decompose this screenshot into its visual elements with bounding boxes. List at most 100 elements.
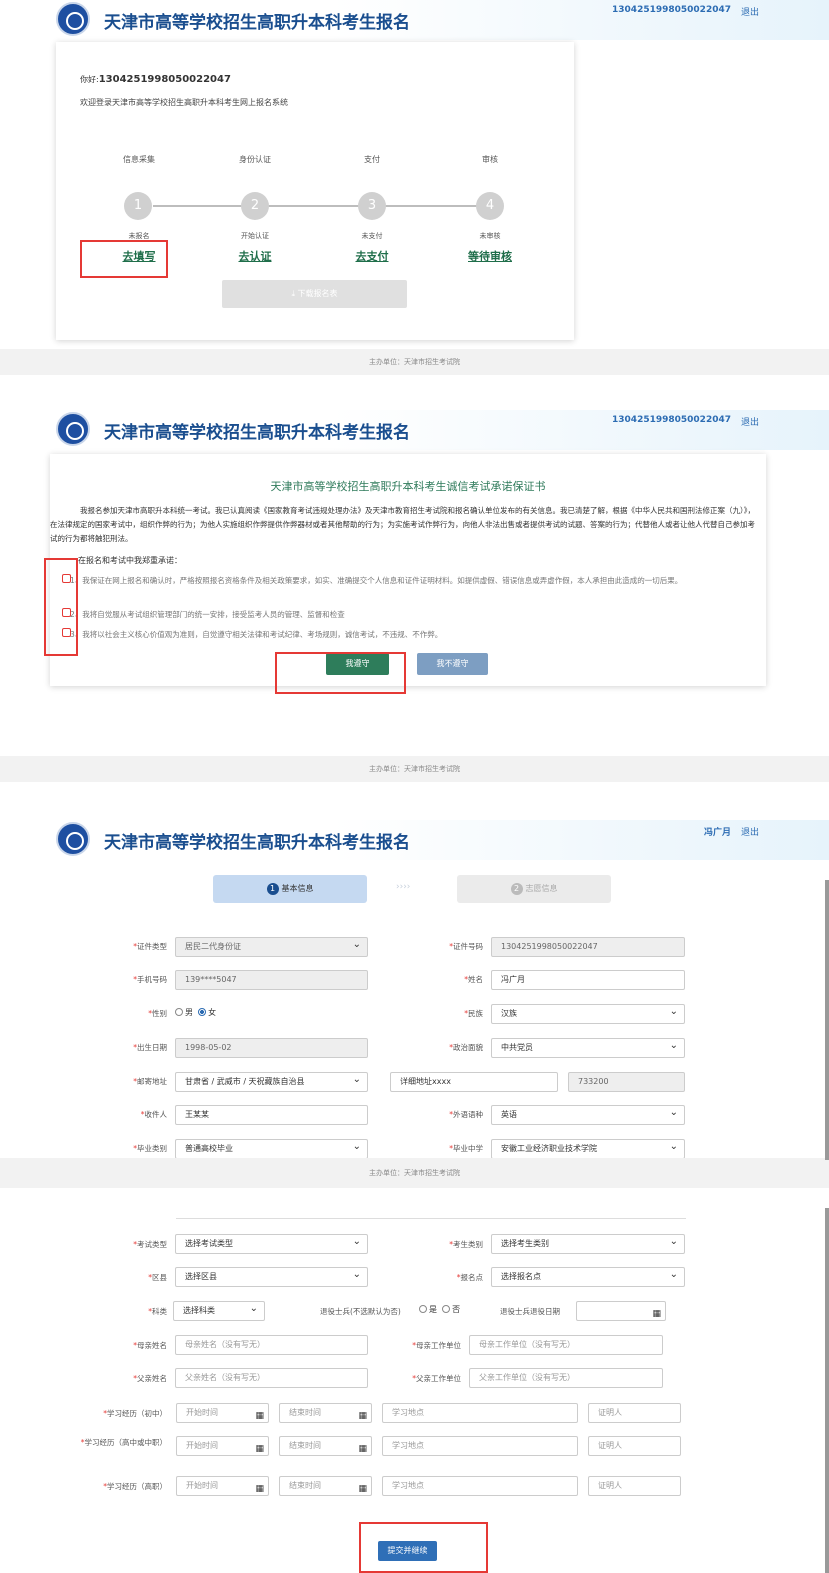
screen-pledge: 天津市高等学校招生高职升本科考生报名 1304251998050022047 退… — [0, 410, 829, 790]
user-name: 冯广月 — [703, 828, 731, 838]
user-id: 1304251998050022047 — [612, 5, 731, 15]
step-circle-3: 3 — [358, 192, 386, 220]
candidate-type-select[interactable]: 选择考生类别 — [491, 1234, 685, 1254]
edu-senior-place[interactable]: 学习地点 — [382, 1436, 578, 1456]
edu-junior-place[interactable]: 学习地点 — [382, 1403, 578, 1423]
grad-type-select[interactable]: 普通高校毕业 — [175, 1139, 368, 1159]
veteran-date-input[interactable]: ▦ — [576, 1301, 666, 1321]
edu-senior-witness[interactable]: 证明人 — [588, 1436, 681, 1456]
step-circle-4: 4 — [476, 192, 504, 220]
father-name-input[interactable]: 父亲姓名（没有写无） — [175, 1368, 368, 1388]
calendar-icon: ▦ — [255, 1411, 264, 1421]
gender-female-radio[interactable] — [198, 1008, 207, 1016]
site-title: 天津市高等学校招生高职升本科考生报名 — [104, 833, 410, 853]
edu-junior-witness[interactable]: 证明人 — [588, 1403, 681, 1423]
logo-icon — [56, 822, 90, 856]
pledge-commit-heading: 在报名和考试中我郑重承诺： — [78, 556, 182, 565]
district-select[interactable]: 选择区县 — [175, 1267, 368, 1287]
pledge-item-2: 2、我将自觉服从考试组织管理部门的统一安排，接受监考人员的管理、监督和检查 — [70, 610, 345, 619]
user-id: 1304251998050022047 — [612, 415, 731, 425]
scrollbar[interactable] — [825, 880, 829, 1160]
scrollbar[interactable] — [825, 1208, 829, 1573]
politics-select[interactable]: 中共党员 — [491, 1038, 685, 1058]
veteran-no-radio[interactable] — [442, 1305, 451, 1313]
field-edge — [176, 1218, 686, 1219]
name-input[interactable]: 冯广月 — [491, 970, 685, 990]
tab-label: 基本信息 — [281, 884, 314, 893]
step-circle-2: 2 — [241, 192, 269, 220]
label-grad-type: *毕业类别 — [133, 1144, 167, 1153]
mother-name-input[interactable]: 母亲姓名（没有写无） — [175, 1335, 368, 1355]
authenticate-link[interactable]: 去认证 — [215, 248, 295, 264]
label-mother-work: *母亲工作单位 — [412, 1341, 461, 1350]
address-cascader[interactable]: 甘肃省 / 武威市 / 天祝藏族自治县 — [175, 1072, 368, 1092]
edu-junior-end[interactable]: 结束时间 ▦ — [279, 1403, 372, 1423]
gender-radio-group: 男 女 — [175, 1007, 216, 1018]
greeting: 你好:1304251998050022047 — [80, 74, 231, 85]
gender-male-radio[interactable] — [175, 1008, 183, 1016]
label-edu-college: *学习经历（高职） — [103, 1482, 167, 1491]
id-no-input[interactable]: 1304251998050022047 — [491, 937, 685, 957]
site-select[interactable]: 选择报名点 — [491, 1267, 685, 1287]
highlight-submit — [359, 1522, 488, 1573]
calendar-icon: ▦ — [255, 1444, 264, 1454]
tab-basic-info[interactable]: 1 基本信息 — [213, 875, 367, 903]
edu-college-start[interactable]: 开始时间 ▦ — [176, 1476, 269, 1496]
calendar-icon: ▦ — [358, 1411, 367, 1421]
edu-college-place[interactable]: 学习地点 — [382, 1476, 578, 1496]
label-district: *区县 — [148, 1273, 167, 1282]
tab-number-2: 2 — [510, 883, 523, 895]
receiver-input[interactable]: 王某某 — [175, 1105, 368, 1125]
ethnic-select[interactable]: 汉族 — [491, 1004, 685, 1024]
label-subject: *科类 — [148, 1307, 167, 1316]
logout-link[interactable]: 退出 — [741, 825, 759, 838]
await-review-link[interactable]: 等待审核 — [450, 248, 530, 264]
label-ethnic: *民族 — [464, 1009, 483, 1018]
label-site: *报名点 — [456, 1273, 483, 1282]
tab-volunteer-info[interactable]: 2 志愿信息 — [457, 875, 611, 903]
highlight-fill-in — [80, 240, 168, 278]
footer: 主办单位：天津市招生考试院 — [0, 1158, 829, 1188]
mother-work-input[interactable]: 母亲工作单位（没有写无） — [469, 1335, 663, 1355]
site-title: 天津市高等学校招生高职升本科考生报名 — [104, 13, 410, 33]
exam-type-select[interactable]: 选择考试类型 — [175, 1234, 368, 1254]
label-name: *姓名 — [464, 975, 483, 984]
subject-select[interactable]: 选择科类 — [173, 1301, 265, 1321]
label-exam-type: *考试类型 — [133, 1240, 167, 1249]
logo-icon — [56, 412, 90, 446]
label-father-work: *父亲工作单位 — [412, 1374, 461, 1383]
pay-link[interactable]: 去支付 — [332, 248, 412, 264]
postcode-input[interactable]: 733200 — [568, 1072, 685, 1092]
pledge-card: 天津市高等学校招生高职升本科考生诚信考试承诺保证书 我报名参加天津市高职升本科统… — [50, 454, 766, 686]
grad-school-select[interactable]: 安徽工业经济职业技术学院 — [491, 1139, 685, 1159]
language-select[interactable]: 英语 — [491, 1105, 685, 1125]
veteran-yes-radio[interactable] — [419, 1305, 427, 1313]
highlight-agree — [275, 652, 406, 694]
tab-label: 志愿信息 — [525, 884, 558, 893]
header: 天津市高等学校招生高职升本科考生报名 1304251998050022047 退… — [0, 410, 829, 450]
label-candidate-type: *考生类别 — [449, 1240, 483, 1249]
edu-college-end[interactable]: 结束时间 ▦ — [279, 1476, 372, 1496]
edu-junior-start[interactable]: 开始时间 ▦ — [176, 1403, 269, 1423]
edu-senior-end[interactable]: 结束时间 ▦ — [279, 1436, 372, 1456]
calendar-icon: ▦ — [255, 1484, 264, 1494]
download-form-button[interactable]: ⤓ 下载报名表 — [222, 280, 407, 308]
edu-college-witness[interactable]: 证明人 — [588, 1476, 681, 1496]
disagree-button[interactable]: 我不遵守 — [417, 653, 488, 675]
birth-input[interactable]: 1998-05-02 — [175, 1038, 368, 1058]
address-detail-input[interactable]: 详细地址xxxx — [390, 1072, 558, 1092]
step-status-4: 未审核 — [479, 232, 501, 240]
phone-input[interactable]: 139****5047 — [175, 970, 368, 990]
edu-senior-start[interactable]: 开始时间 ▦ — [176, 1436, 269, 1456]
label-birth: *出生日期 — [133, 1043, 167, 1052]
pledge-title: 天津市高等学校招生高职升本科考生诚信考试承诺保证书 — [270, 480, 546, 493]
logout-link[interactable]: 退出 — [741, 415, 759, 428]
header: 天津市高等学校招生高职升本科考生报名 1304251998050022047 退… — [0, 0, 829, 40]
father-work-input[interactable]: 父亲工作单位（没有写无） — [469, 1368, 663, 1388]
step-title-1: 信息采集 — [123, 155, 155, 164]
label-receiver: *收件人 — [140, 1110, 167, 1119]
highlight-checkboxes — [44, 558, 78, 656]
logout-link[interactable]: 退出 — [741, 5, 759, 18]
label-politics: *政治面貌 — [449, 1043, 483, 1052]
id-type-select[interactable]: 居民二代身份证 — [175, 937, 368, 957]
